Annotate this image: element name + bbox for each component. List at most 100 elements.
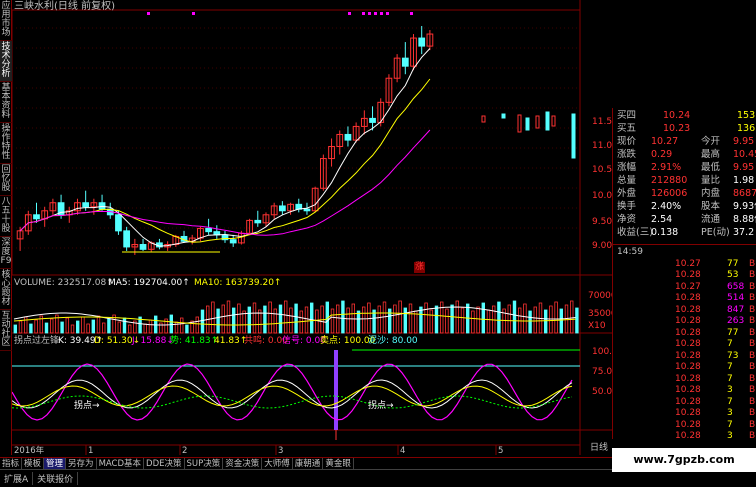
quote-cell: 126006 (651, 188, 688, 199)
left-tab-5[interactable]: 八五十股 (0, 196, 12, 237)
candle-body (229, 239, 237, 244)
volume-bar (107, 318, 111, 334)
volume-bar (460, 307, 465, 334)
volume-bar (544, 309, 548, 334)
time-axis-label: 5 (498, 446, 503, 455)
left-tab-6[interactable]: 深度F9 (0, 237, 12, 269)
signal-marker (362, 12, 365, 15)
recent-candle (517, 114, 522, 133)
volume-bar (439, 301, 444, 334)
quote-cell: 0.29 (651, 149, 673, 160)
tick-row[interactable]: 10.27 77 B (613, 259, 756, 270)
tick-row[interactable]: 10.28 514 B (613, 293, 756, 304)
quote-row: 涨跌 0.29 最高 10.45 (613, 149, 756, 161)
left-tab-7[interactable]: 核心题材 (0, 269, 12, 310)
quote-cell: 9.95 (733, 162, 755, 173)
volume-bar (143, 323, 147, 334)
volume-bar (309, 302, 314, 334)
tick-row[interactable]: 10.27 658 B (613, 282, 756, 293)
candle-body (123, 230, 131, 248)
tick-row[interactable]: 10.28 73 B (613, 351, 756, 362)
tick-row[interactable]: 10.28 7 B (613, 374, 756, 385)
quote-row: 买四 10.24 153 (613, 110, 756, 122)
status-tab-0[interactable]: 扩展A (0, 472, 34, 485)
volume-axis-label: 35000 (588, 309, 612, 319)
volume-bar (185, 324, 189, 334)
quote-cell: 净资 (617, 214, 637, 225)
quote-cell: 现价 (617, 136, 637, 147)
period-label[interactable]: 日线 (590, 443, 608, 454)
quote-row: 总量 212880 量比 1.98 (613, 175, 756, 187)
quote-cell: 136 (737, 123, 756, 134)
volume-bar (70, 324, 75, 334)
volume-bar (102, 322, 106, 334)
candle-body (418, 37, 426, 47)
volume-bar (424, 302, 428, 334)
tick-detail-panel[interactable]: 14:59 10.27 77 B 10.28 53 B 10.27 658 B 10.28 514 B 1… (612, 244, 756, 442)
tick-cell: 263 (727, 316, 745, 326)
time-axis-label: 2 (182, 446, 187, 455)
tick-row[interactable]: 10.28 847 B (613, 305, 756, 316)
tick-cell: B (749, 258, 756, 269)
volume-bar (237, 303, 241, 334)
volume-bar (174, 321, 179, 334)
quote-cell: 1.98 (733, 175, 755, 186)
tick-row[interactable]: 10.28 7 B (613, 339, 756, 350)
volume-bar (65, 317, 69, 334)
price-axis-label: 10.00 (592, 191, 612, 201)
tick-row[interactable]: 10.28 53 B (613, 270, 756, 281)
tick-row[interactable]: 10.28 7 B (613, 362, 756, 373)
left-tab-8[interactable]: 互动社区 (0, 310, 12, 351)
quote-cell: 2.40% (651, 201, 682, 212)
volume-axis-label: 70000 (588, 291, 612, 301)
tick-row[interactable]: 10.28 263 B (613, 316, 756, 327)
tick-row[interactable]: 10.28 3 B (613, 431, 756, 442)
tick-row[interactable]: 10.28 7 B (613, 420, 756, 431)
quote-cell: 10.24 (663, 110, 691, 121)
tick-row[interactable]: 10.28 77 B (613, 328, 756, 339)
volume-bar (268, 301, 272, 334)
quote-cell: 换手 (617, 201, 637, 212)
tick-time: 14:59 (613, 247, 756, 258)
status-tab-1[interactable]: 关联报价 (33, 472, 79, 485)
volume-bar (159, 322, 163, 334)
signal-marker (192, 12, 195, 15)
indicator-axis-label: 75.00 (592, 367, 612, 377)
quote-cell: 外盘 (617, 188, 637, 199)
tick-cell: 10.28 (675, 419, 701, 430)
tick-row[interactable]: 10.28 7 B (613, 397, 756, 408)
guaidian-label-2: 拐点→ (368, 401, 394, 411)
left-tab-2[interactable]: 基本资料 (0, 82, 12, 123)
quote-cell: 10.27 (651, 136, 679, 147)
volume-bar (471, 310, 475, 334)
recent-candle (535, 115, 540, 129)
volume-bar (50, 318, 54, 334)
left-tab-3[interactable]: 操作特性 (0, 123, 12, 164)
tick-cell: 73 (727, 350, 739, 361)
left-tab-1[interactable]: 技术分析 (0, 41, 12, 82)
quote-cell: 股本 (701, 201, 721, 212)
tick-cell: 77 (727, 258, 739, 269)
indicator-name[interactable]: 拐点过左锋 (14, 336, 59, 347)
kline-chart-svg[interactable]: 11.50 11.00 10.50 10.00 9.50 9.00 70000 35000 X1… (12, 0, 612, 455)
volume-bar (18, 320, 23, 334)
tick-row[interactable]: 10.28 3 B (613, 385, 756, 396)
quote-cell: PE(动) (701, 227, 730, 238)
volume-bar (252, 302, 257, 334)
tick-cell: 10.28 (675, 304, 701, 315)
tick-cell: 10.27 (675, 258, 701, 269)
tick-row[interactable]: 10.28 3 B (613, 408, 756, 419)
volume-bar (122, 317, 127, 334)
tick-cell: B (749, 350, 756, 361)
tick-cell: 7 (727, 373, 733, 384)
left-tab-0[interactable]: 应用市场 (0, 0, 12, 41)
candle-body (82, 202, 90, 208)
tick-cell: 10.27 (675, 281, 701, 292)
tick-cell: 658 (727, 281, 745, 292)
volume-bar (29, 323, 33, 334)
tick-cell: B (749, 339, 756, 349)
volume-bar (450, 304, 454, 334)
kline-chart-area[interactable]: 11.50 11.00 10.50 10.00 9.50 9.00 70000 35000 X1… (12, 0, 612, 455)
left-tab-4[interactable]: 回忆股 (0, 164, 12, 196)
candle-body (254, 219, 262, 224)
